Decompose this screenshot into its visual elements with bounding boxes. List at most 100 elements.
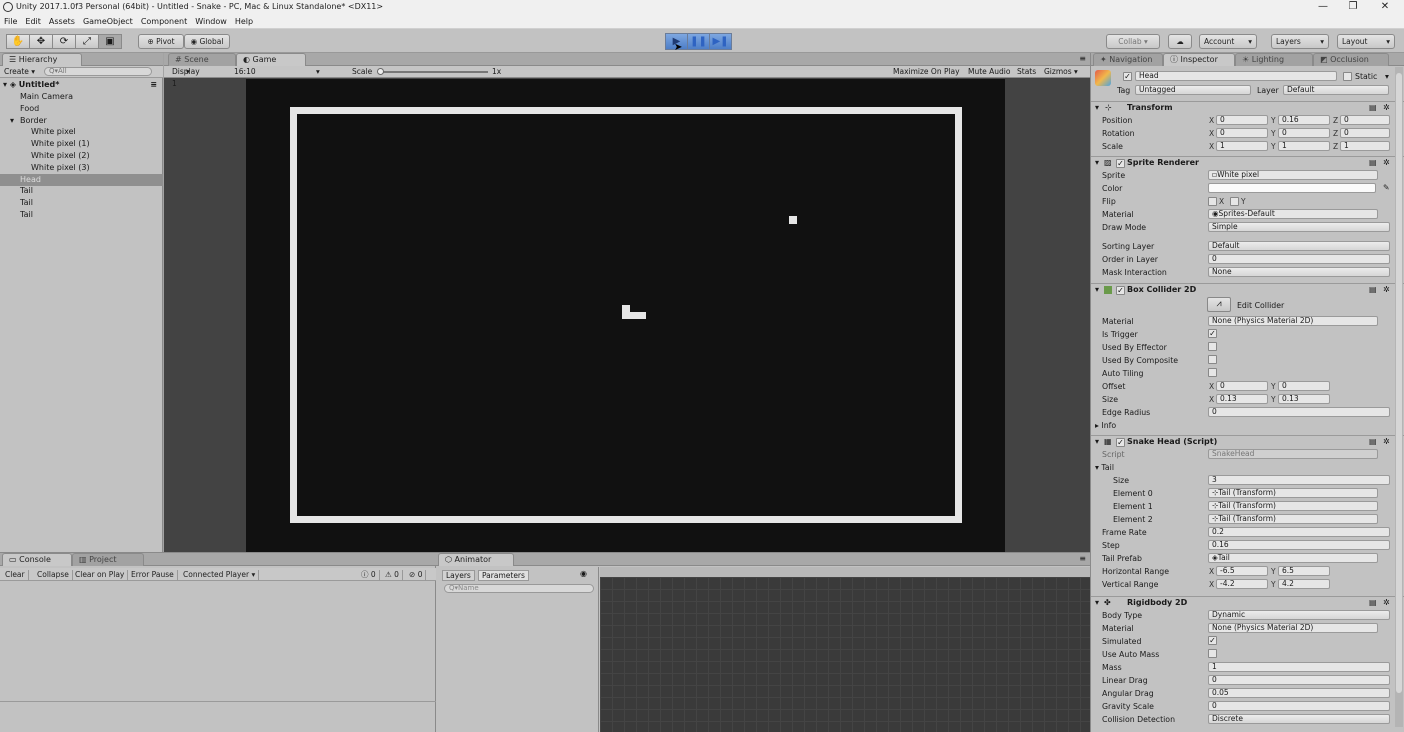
- scale-y-field[interactable]: 1: [1278, 141, 1330, 151]
- element-1-field[interactable]: ⊹Tail (Transform): [1208, 501, 1378, 511]
- clear-on-play-button[interactable]: Clear on Play: [72, 570, 129, 581]
- collapse-button[interactable]: Collapse: [34, 570, 73, 581]
- hierarchy-item[interactable]: ▾ Border: [0, 115, 163, 127]
- mute-audio-toggle[interactable]: Mute Audio: [968, 66, 1010, 78]
- game-render-area[interactable]: [246, 79, 1005, 552]
- panel-menu-icon[interactable]: ≡: [1079, 554, 1086, 563]
- sorting-layer-dropdown[interactable]: Default: [1208, 241, 1390, 251]
- edit-collider-button[interactable]: ⩘: [1207, 297, 1231, 312]
- draw-mode-dropdown[interactable]: Simple: [1208, 222, 1390, 232]
- vertical-range-y-field[interactable]: 4.2: [1278, 579, 1330, 589]
- body-type-dropdown[interactable]: Dynamic: [1208, 610, 1390, 620]
- sprite-renderer-enabled-checkbox[interactable]: ✓: [1116, 159, 1125, 168]
- tab-scene[interactable]: # Scene: [168, 53, 236, 66]
- layer-dropdown[interactable]: Default: [1283, 85, 1389, 95]
- foldout-arrow-icon[interactable]: ▾: [1095, 598, 1099, 607]
- scene-row[interactable]: ▾ ◈ Untitled* ≡: [0, 79, 163, 91]
- tab-occlusion[interactable]: ◩ Occlusion: [1313, 53, 1389, 66]
- size-y-field[interactable]: 0.13: [1278, 394, 1330, 404]
- active-checkbox[interactable]: ✓: [1123, 72, 1132, 81]
- scale-z-field[interactable]: 1: [1340, 141, 1390, 151]
- horizontal-range-x-field[interactable]: -6.5: [1216, 566, 1268, 576]
- step-field[interactable]: 0.16: [1208, 540, 1390, 550]
- error-count-toggle[interactable]: ⊘ 0: [406, 570, 427, 581]
- layers-tab[interactable]: Layers: [442, 570, 475, 581]
- expand-arrow-icon[interactable]: ▾: [3, 80, 7, 89]
- scale-tool-icon[interactable]: ⤢: [75, 34, 99, 49]
- info-foldout[interactable]: ▸ Info: [1095, 421, 1116, 430]
- restore-button[interactable]: ❐: [1338, 0, 1368, 15]
- create-dropdown[interactable]: Create ▾: [4, 67, 35, 76]
- maximize-on-play-toggle[interactable]: Maximize On Play: [893, 66, 960, 78]
- order-in-layer-field[interactable]: 0: [1208, 254, 1390, 264]
- foldout-arrow-icon[interactable]: ▾: [1095, 437, 1099, 446]
- vertical-range-x-field[interactable]: -4.2: [1216, 579, 1268, 589]
- tab-navigation[interactable]: ✦ Navigation: [1093, 53, 1163, 66]
- eye-icon[interactable]: ◉: [580, 569, 587, 578]
- hand-tool-icon[interactable]: ✋: [6, 34, 30, 49]
- hierarchy-item[interactable]: Food: [0, 103, 163, 115]
- parameters-tab[interactable]: Parameters: [478, 570, 529, 581]
- box-collider-enabled-checkbox[interactable]: ✓: [1116, 286, 1125, 295]
- hierarchy-item[interactable]: White pixel (2): [0, 150, 163, 162]
- mass-field[interactable]: 1: [1208, 662, 1390, 672]
- flip-y-checkbox[interactable]: [1230, 197, 1239, 206]
- frame-rate-field[interactable]: 0.2: [1208, 527, 1390, 537]
- hierarchy-item[interactable]: White pixel: [0, 126, 163, 138]
- clear-button[interactable]: Clear: [2, 570, 29, 581]
- close-button[interactable]: ✕: [1370, 0, 1400, 15]
- global-toggle[interactable]: ◉ Global: [184, 34, 230, 49]
- stats-toggle[interactable]: Stats: [1017, 66, 1036, 78]
- info-count-toggle[interactable]: ⓘ 0: [358, 570, 380, 581]
- connected-player-dropdown[interactable]: Connected Player ▾: [180, 570, 260, 581]
- element-2-field[interactable]: ⊹Tail (Transform): [1208, 514, 1378, 524]
- help-icon[interactable]: ▤: [1369, 103, 1377, 112]
- tab-hierarchy[interactable]: ☰ Hierarchy: [2, 53, 82, 66]
- position-y-field[interactable]: 0.16: [1278, 115, 1330, 125]
- rigidbody-header[interactable]: ▾ ✤ Rigidbody 2D ▤ ✲: [1091, 596, 1404, 609]
- pivot-toggle[interactable]: ⊕ Pivot: [138, 34, 184, 49]
- menu-file[interactable]: File: [4, 15, 17, 29]
- collider-material-field[interactable]: None (Physics Material 2D): [1208, 316, 1378, 326]
- tail-prefab-field[interactable]: ◈Tail: [1208, 553, 1378, 563]
- offset-y-field[interactable]: 0: [1278, 381, 1330, 391]
- hierarchy-item[interactable]: Main Camera: [0, 91, 163, 103]
- layout-dropdown[interactable]: Layout ▾: [1337, 34, 1395, 49]
- transform-header[interactable]: ▾ ⊹ Transform ▤ ✲: [1091, 101, 1404, 114]
- scale-slider[interactable]: [378, 71, 488, 73]
- foldout-arrow-icon[interactable]: ▾: [1095, 158, 1099, 167]
- menu-help[interactable]: Help: [235, 15, 253, 29]
- inspector-scrollbar[interactable]: [1395, 67, 1403, 727]
- settings-gear-icon[interactable]: ✲: [1383, 437, 1390, 446]
- warning-count-toggle[interactable]: ⚠ 0: [382, 570, 403, 581]
- sprite-field[interactable]: ▫White pixel: [1208, 170, 1378, 180]
- scale-x-field[interactable]: 1: [1216, 141, 1268, 151]
- script-enabled-checkbox[interactable]: ✓: [1116, 438, 1125, 447]
- sprite-material-field[interactable]: ◉Sprites-Default: [1208, 209, 1378, 219]
- rotation-z-field[interactable]: 0: [1340, 128, 1390, 138]
- parameter-search-input[interactable]: Q▾Name: [444, 584, 594, 593]
- hierarchy-item[interactable]: Head: [0, 173, 163, 186]
- help-icon[interactable]: ▤: [1369, 285, 1377, 294]
- help-icon[interactable]: ▤: [1369, 437, 1377, 446]
- error-pause-button[interactable]: Error Pause: [128, 570, 178, 581]
- menu-edit[interactable]: Edit: [25, 15, 41, 29]
- horizontal-range-y-field[interactable]: 6.5: [1278, 566, 1330, 576]
- angular-drag-field[interactable]: 0.05: [1208, 688, 1390, 698]
- use-auto-mass-checkbox[interactable]: [1208, 649, 1217, 658]
- tail-foldout[interactable]: ▾ Tail: [1095, 463, 1114, 472]
- tail-size-field[interactable]: 3: [1208, 475, 1390, 485]
- element-0-field[interactable]: ⊹Tail (Transform): [1208, 488, 1378, 498]
- mask-interaction-dropdown[interactable]: None: [1208, 267, 1390, 277]
- flip-x-checkbox[interactable]: [1208, 197, 1217, 206]
- help-icon[interactable]: ▤: [1369, 598, 1377, 607]
- collab-button[interactable]: Collab ▾: [1106, 34, 1160, 49]
- auto-tiling-checkbox[interactable]: [1208, 368, 1217, 377]
- rotation-x-field[interactable]: 0: [1216, 128, 1268, 138]
- tag-dropdown[interactable]: Untagged: [1135, 85, 1251, 95]
- object-name-field[interactable]: Head: [1135, 71, 1337, 81]
- sprite-renderer-header[interactable]: ▾ ▨ ✓ Sprite Renderer ▤ ✲: [1091, 156, 1404, 169]
- rotate-tool-icon[interactable]: ⟳: [52, 34, 76, 49]
- position-z-field[interactable]: 0: [1340, 115, 1390, 125]
- animator-graph[interactable]: [600, 577, 1090, 732]
